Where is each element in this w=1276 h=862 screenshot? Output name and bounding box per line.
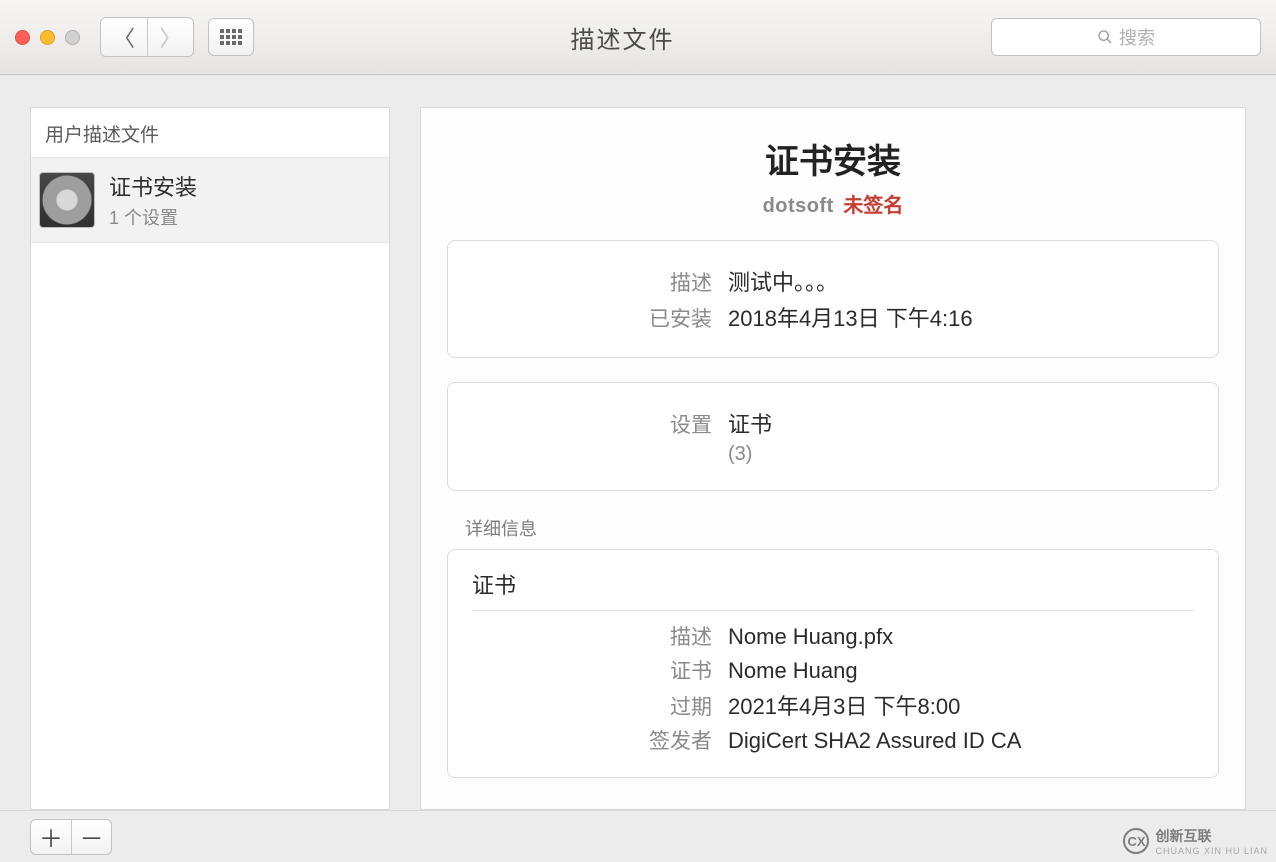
detail-issuer-label: 签发者	[472, 725, 712, 755]
toolbar: 〈 〉 描述文件 搜索	[0, 0, 1276, 75]
chevron-right-icon: 〉	[159, 21, 181, 53]
add-remove-buttons: ＋ －	[30, 819, 112, 855]
details-card: 证书 描述 Nome Huang.pfx 证书 Nome Huang 过期 20…	[447, 549, 1219, 778]
profile-org: dotsoft	[763, 195, 834, 217]
grid-icon	[220, 29, 242, 45]
installed-label: 已安装	[472, 303, 712, 333]
settings-card[interactable]: 设置 证书 (3)	[447, 382, 1219, 491]
forward-button[interactable]: 〉	[147, 18, 193, 56]
detail-expiry-label: 过期	[472, 691, 712, 721]
main-area: 用户描述文件 证书安装 1 个设置 证书安装 dotsoft 未签名 描述 测试…	[0, 75, 1276, 810]
nav-back-forward: 〈 〉	[100, 17, 194, 57]
search-icon	[1097, 29, 1113, 45]
detail-cert-label: 证书	[472, 655, 712, 685]
details-section-label: 详细信息	[465, 515, 1219, 541]
show-all-button[interactable]	[208, 18, 254, 56]
plus-icon: ＋	[39, 819, 63, 854]
add-button[interactable]: ＋	[31, 820, 71, 854]
close-window-button[interactable]	[15, 30, 30, 45]
minus-icon: －	[80, 819, 104, 854]
signing-status: 未签名	[843, 195, 903, 217]
settings-label: 设置	[472, 409, 712, 439]
summary-card: 描述 测试中。。。 已安装 2018年4月13日 下午4:16	[447, 240, 1219, 358]
description-value: 测试中。。。	[728, 265, 838, 297]
remove-button[interactable]: －	[71, 820, 111, 854]
profile-title: 证书安装	[447, 134, 1219, 183]
chevron-left-icon: 〈	[113, 21, 135, 53]
detail-issuer-value: DigiCert SHA2 Assured ID CA	[728, 728, 1021, 754]
gear-icon	[39, 172, 95, 228]
description-label: 描述	[472, 267, 712, 297]
settings-value: 证书	[728, 407, 772, 439]
detail-description-value: Nome Huang.pfx	[728, 624, 893, 650]
detail-cert-value: Nome Huang	[728, 658, 858, 684]
footer: ＋ －	[0, 810, 1276, 862]
watermark: CX 创新互联 CHUANG XIN HU LIAN	[1123, 826, 1268, 856]
detail-description-label: 描述	[472, 621, 712, 651]
profile-header: 证书安装 dotsoft 未签名	[447, 134, 1219, 218]
sidebar: 用户描述文件 证书安装 1 个设置	[30, 107, 390, 810]
sidebar-item-title: 证书安装	[109, 170, 197, 202]
sidebar-item-subtitle: 1 个设置	[109, 204, 197, 230]
details-heading: 证书	[472, 566, 1194, 611]
detail-expiry-value: 2021年4月3日 下午8:00	[728, 689, 960, 721]
window-title: 描述文件	[254, 20, 991, 55]
watermark-sub: CHUANG XIN HU LIAN	[1155, 846, 1268, 856]
installed-value: 2018年4月13日 下午4:16	[728, 301, 973, 333]
watermark-brand: 创新互联	[1155, 826, 1268, 846]
search-input[interactable]: 搜索	[991, 18, 1261, 56]
sidebar-header: 用户描述文件	[31, 108, 389, 158]
search-placeholder: 搜索	[1119, 24, 1155, 50]
back-button[interactable]: 〈	[101, 18, 147, 56]
window-controls	[15, 30, 80, 45]
detail-pane: 证书安装 dotsoft 未签名 描述 测试中。。。 已安装 2018年4月13…	[420, 107, 1246, 810]
minimize-window-button[interactable]	[40, 30, 55, 45]
zoom-window-button[interactable]	[65, 30, 80, 45]
watermark-logo-icon: CX	[1123, 828, 1149, 854]
settings-count: (3)	[728, 443, 752, 466]
sidebar-item-profile[interactable]: 证书安装 1 个设置	[31, 158, 389, 243]
